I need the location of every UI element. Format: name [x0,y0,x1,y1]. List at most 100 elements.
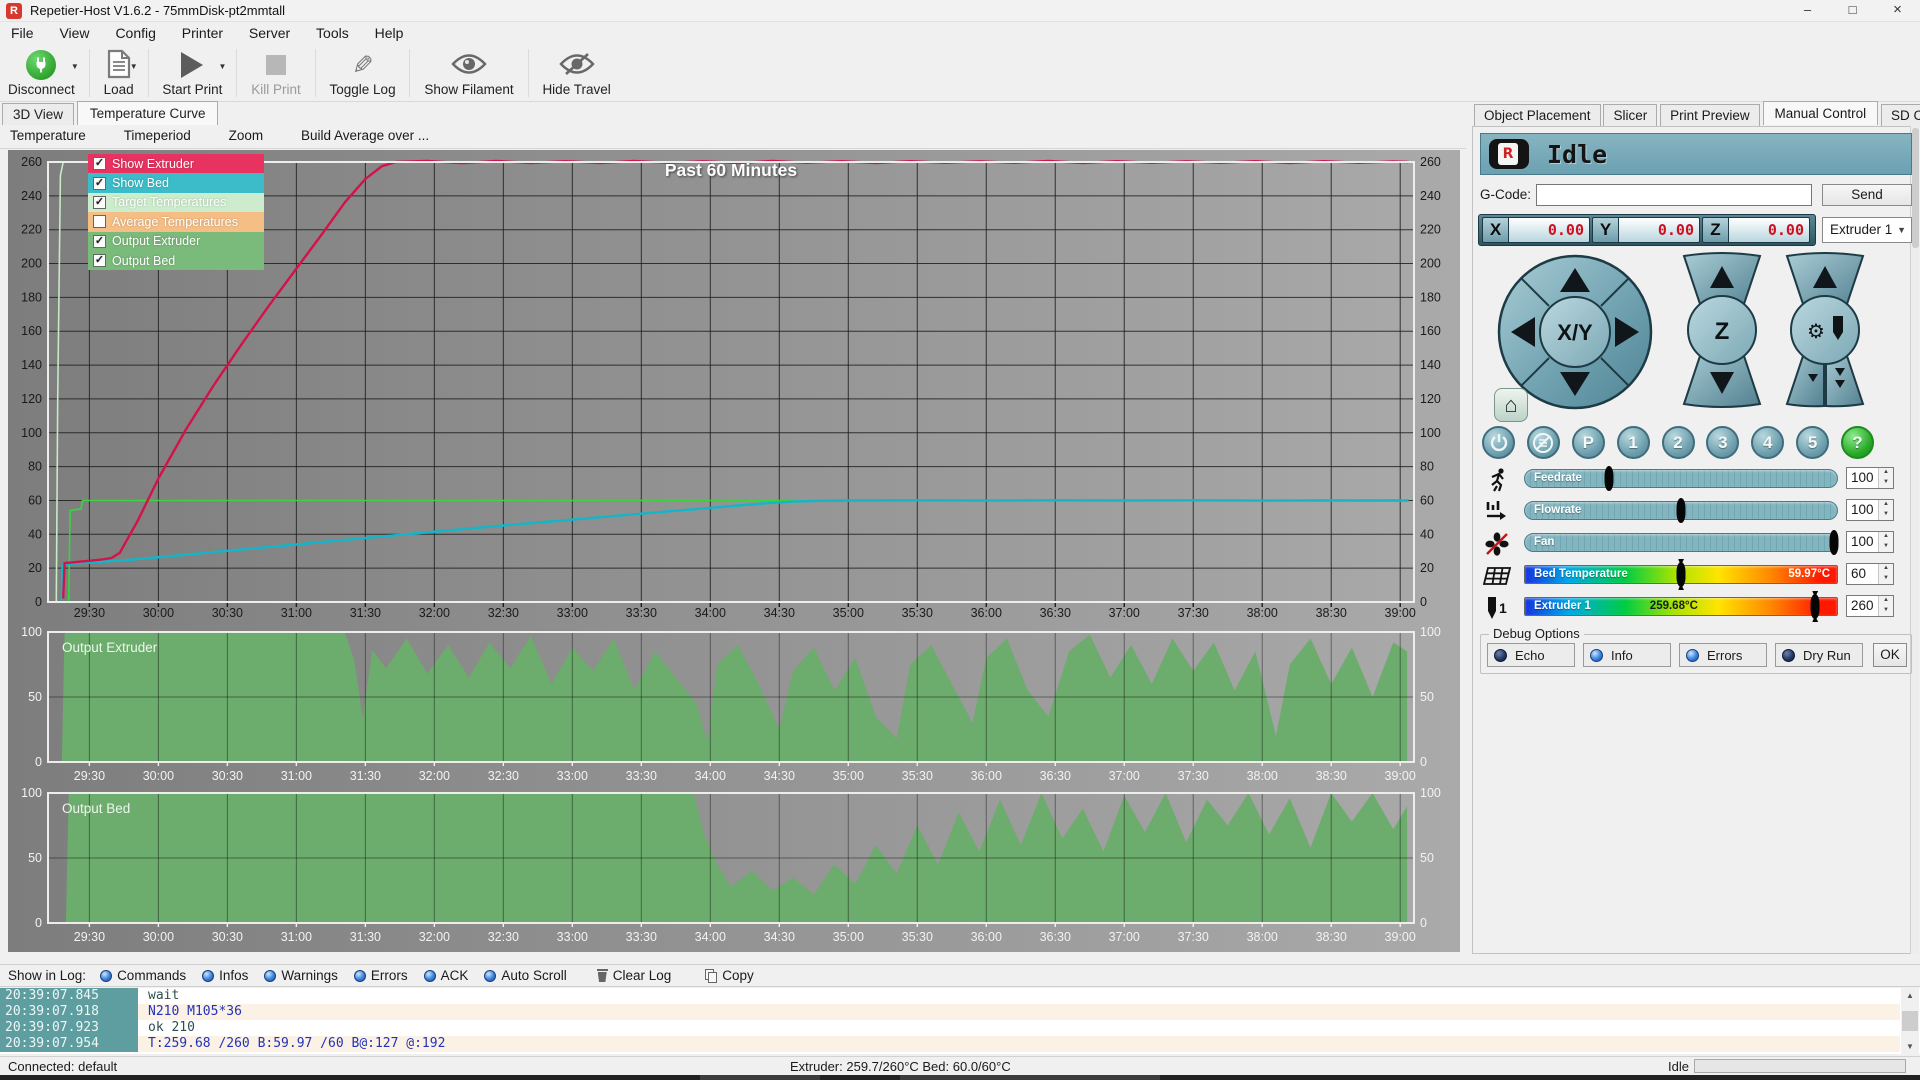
start-print-button[interactable]: ▼ Start Print [154,46,230,100]
script-2-button[interactable]: 2 [1662,426,1695,459]
warnings-toggle[interactable]: Warnings [264,968,338,983]
bed-temperature-slider[interactable]: Bed Temperature 59.97°C [1524,565,1838,584]
legend-item-4[interactable]: ✓Output Extruder [88,232,264,251]
ok-button[interactable]: OK [1873,643,1907,667]
fan-thumb[interactable] [1829,530,1838,555]
menu-file[interactable]: File [0,22,45,44]
tab-temperature-curve[interactable]: Temperature Curve [77,101,219,125]
bed-temp-spinbox[interactable]: 60 ▲▼ [1846,563,1894,585]
motors-off-button[interactable] [1527,426,1560,459]
legend-checkbox[interactable]: ✓ [93,177,106,190]
feedrate-thumb[interactable] [1605,466,1614,491]
legend-checkbox[interactable]: ✓ [93,254,106,267]
infos-toggle[interactable]: Infos [202,968,248,983]
tab-print-preview[interactable]: Print Preview [1660,104,1760,126]
menu-config[interactable]: Config [104,22,166,44]
kill-print-button[interactable]: Kill Print [243,46,309,100]
legend-item-2[interactable]: ✓Target Temperatures [88,193,264,212]
fan-slider[interactable]: Fan [1524,533,1838,552]
menu-temperature[interactable]: Temperature [8,126,100,143]
load-button[interactable]: ▼ Load [96,46,142,100]
dropdown-arrow-icon[interactable]: ▼ [130,62,138,71]
errors-toggle[interactable]: Errors [1679,643,1767,667]
extruder-select[interactable]: Extruder 1 ▼ [1822,217,1912,243]
park-button[interactable]: P [1572,426,1605,459]
hide-travel-button[interactable]: Hide Travel [534,46,618,100]
legend-checkbox[interactable]: ✓ [93,196,106,209]
minimize-icon[interactable]: – [1785,0,1830,22]
menu-printer[interactable]: Printer [171,22,234,44]
commands-toggle[interactable]: Commands [100,968,186,983]
flowrate-thumb[interactable] [1677,498,1686,523]
spinner-arrows[interactable]: ▲▼ [1878,596,1893,616]
flowrate-spinbox[interactable]: 100 ▲▼ [1846,499,1894,521]
ack-toggle[interactable]: ACK [424,968,469,983]
home-button[interactable]: ⌂ [1494,388,1528,422]
errors-log-toggle[interactable]: Errors [354,968,408,983]
script-1-button[interactable]: 1 [1617,426,1650,459]
pencil-icon: ✎ [352,50,374,81]
flowrate-slider[interactable]: Flowrate [1524,501,1838,520]
copy-button[interactable]: Copy [705,968,754,983]
legend-item-1[interactable]: ✓Show Bed [88,173,264,192]
info-toggle[interactable]: Info [1583,643,1671,667]
svg-text:40: 40 [28,527,42,541]
spinner-arrows[interactable]: ▲▼ [1878,564,1893,584]
extruder-temp-thumb[interactable] [1811,594,1820,619]
log-row: 20:39:07.918 N210 M105*36 [0,1004,1900,1020]
legend-label: Average Temperatures [112,215,238,229]
extruder-temperature-slider[interactable]: Extruder 1 259.68°C [1524,597,1838,616]
spinner-arrows[interactable]: ▲▼ [1878,500,1893,520]
legend-checkbox[interactable]: ✓ [93,235,106,248]
dropdown-arrow-icon[interactable]: ▼ [71,62,79,71]
power-button[interactable] [1482,426,1515,459]
script-5-button[interactable]: 5 [1796,426,1829,459]
svg-text:29:30: 29:30 [74,606,105,620]
tab-manual-control[interactable]: Manual Control [1763,101,1879,125]
menu-view[interactable]: View [48,22,100,44]
tab-slicer[interactable]: Slicer [1603,104,1657,126]
extruder-jog-pad[interactable]: ⚙ [1775,252,1875,408]
log-scrollbar[interactable]: ▲ ▼ [1901,988,1919,1054]
gcode-input[interactable] [1536,184,1812,206]
fan-spinbox[interactable]: 100 ▲▼ [1846,531,1894,553]
show-filament-button[interactable]: Show Filament [416,46,521,100]
clear-log-button[interactable]: Clear Log [597,968,672,983]
menu-help[interactable]: Help [364,22,415,44]
legend-checkbox[interactable] [93,215,106,228]
z-jog-pad[interactable]: Z [1672,252,1772,408]
script-4-button[interactable]: 4 [1751,426,1784,459]
menu-timeperiod[interactable]: Timeperiod [122,126,205,143]
feedrate-spinbox[interactable]: 100 ▲▼ [1846,467,1894,489]
dropdown-arrow-icon[interactable]: ▼ [219,62,227,71]
disconnect-button[interactable]: ▼ Disconnect [0,46,83,100]
legend-item-3[interactable]: Average Temperatures [88,212,264,231]
dry-run-toggle[interactable]: Dry Run [1775,643,1863,667]
toggle-log-button[interactable]: ✎ Toggle Log [322,46,404,100]
menu-zoom[interactable]: Zoom [227,126,278,143]
spinner-arrows[interactable]: ▲▼ [1878,532,1893,552]
help-button[interactable]: ? [1841,426,1874,459]
menu-server[interactable]: Server [238,22,301,44]
bed-temp-thumb[interactable] [1677,562,1686,587]
menu-build-average[interactable]: Build Average over ... [299,126,443,143]
scroll-down-icon[interactable]: ▼ [1901,1039,1919,1054]
tab-sd-card[interactable]: SD Card [1881,104,1920,126]
close-icon[interactable]: × [1875,0,1920,22]
extruder-temp-spinbox[interactable]: 260 ▲▼ [1846,595,1894,617]
echo-toggle[interactable]: Echo [1487,643,1575,667]
scroll-up-icon[interactable]: ▲ [1901,988,1919,1003]
menu-tools[interactable]: Tools [305,22,360,44]
legend-item-0[interactable]: ✓Show Extruder [88,154,264,173]
script-3-button[interactable]: 3 [1706,426,1739,459]
tab-3d-view[interactable]: 3D View [2,103,74,125]
legend-item-5[interactable]: ✓Output Bed [88,251,264,270]
feedrate-slider[interactable]: Feedrate [1524,469,1838,488]
auto-scroll-toggle[interactable]: Auto Scroll [484,968,566,983]
maximize-icon[interactable]: □ [1830,0,1875,22]
spinner-arrows[interactable]: ▲▼ [1878,468,1893,488]
tab-object-placement[interactable]: Object Placement [1474,104,1601,126]
svg-text:200: 200 [1420,257,1441,271]
send-button[interactable]: Send [1822,184,1912,206]
legend-checkbox[interactable]: ✓ [93,157,106,170]
